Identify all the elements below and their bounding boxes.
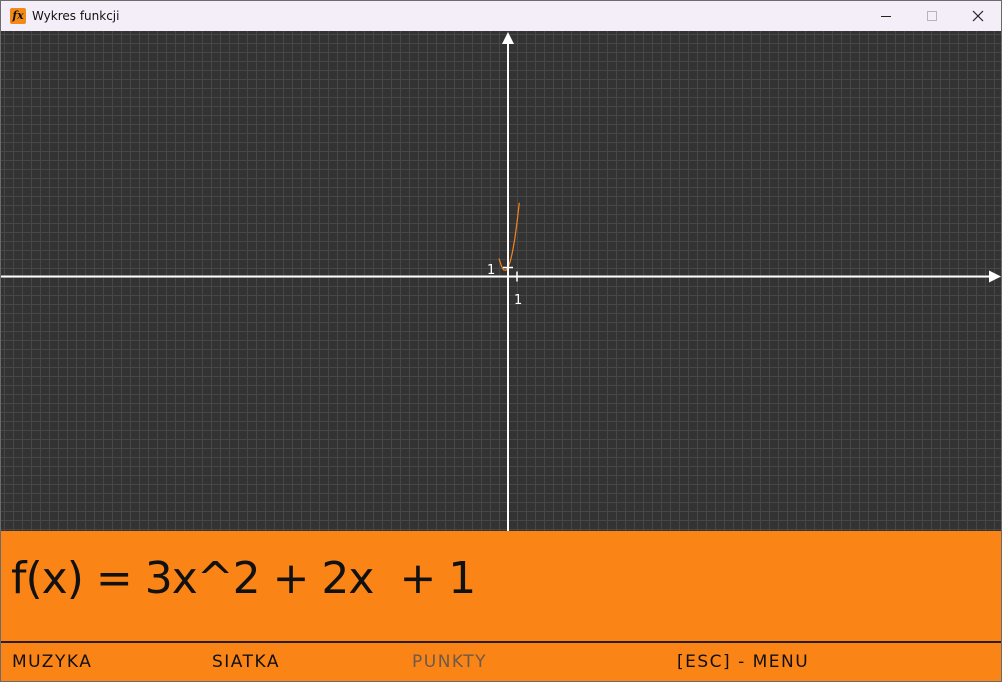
app-window: fx Wykres funkcji 1 1 f(x) = 3x^2 + 2x +… — [0, 0, 1002, 682]
esc-menu-button[interactable]: [ESC] - MENU — [677, 652, 809, 672]
close-icon — [972, 10, 984, 22]
maximize-button[interactable] — [909, 1, 955, 31]
y-axis — [502, 32, 514, 531]
minimize-button[interactable] — [863, 1, 909, 31]
y-axis-arrow-icon — [502, 32, 514, 44]
music-toggle[interactable]: MUZYKA — [12, 652, 92, 672]
close-button[interactable] — [955, 1, 1001, 31]
x-axis — [1, 270, 1001, 283]
function-curve — [498, 202, 520, 271]
graph-canvas[interactable]: 1 1 — [1, 31, 1001, 531]
x-tick-label: 1 — [514, 293, 522, 308]
minimize-icon — [881, 16, 891, 17]
title-bar[interactable]: fx Wykres funkcji — [1, 1, 1001, 31]
y-tick-label: 1 — [487, 263, 495, 278]
maximize-icon — [927, 11, 937, 21]
fx-icon: fx — [10, 8, 26, 24]
x-axis-arrow-icon — [989, 270, 1001, 283]
bottom-menu-bar: MUZYKA SIATKA PUNKTY [ESC] - MENU — [1, 641, 1001, 681]
function-formula: f(x) = 3x^2 + 2x + 1 — [11, 553, 476, 604]
points-toggle[interactable]: PUNKTY — [412, 652, 487, 672]
window-title: Wykres funkcji — [32, 9, 120, 23]
graph-svg: 1 1 — [1, 32, 1001, 531]
formula-panel: f(x) = 3x^2 + 2x + 1 — [1, 531, 1001, 641]
grid-toggle[interactable]: SIATKA — [212, 652, 280, 672]
